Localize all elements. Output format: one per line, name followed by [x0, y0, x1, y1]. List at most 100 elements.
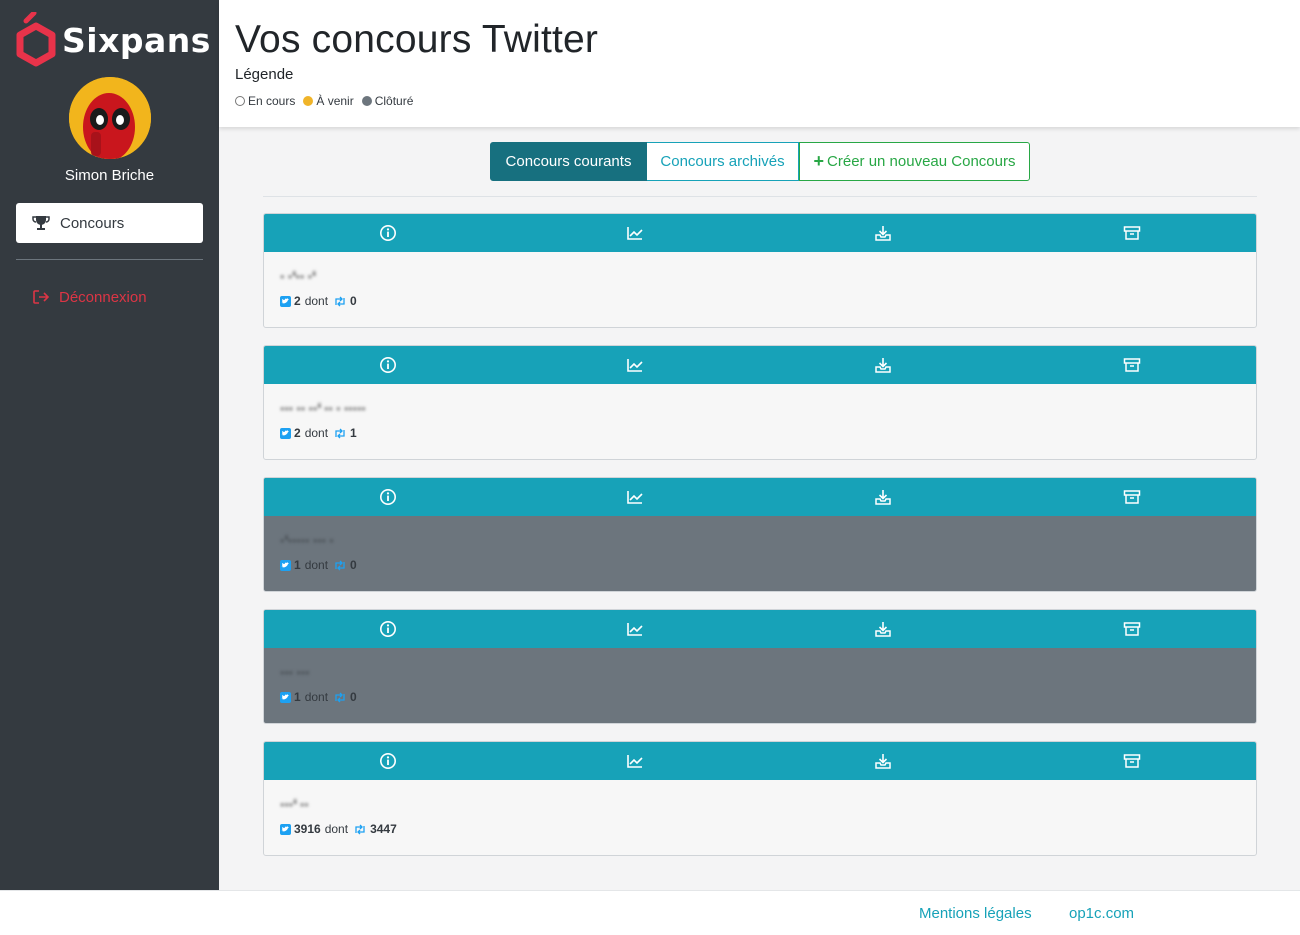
dont-label: dont — [304, 426, 329, 440]
content-divider — [263, 196, 1257, 197]
sidebar: Sixpans Simon Briche Concours Déconnexio… — [0, 0, 219, 890]
concours-card: ··· ··· 1 dont 0 — [263, 609, 1257, 724]
chart-icon[interactable] — [626, 356, 644, 374]
retweets-count: 1 — [350, 426, 357, 440]
retweets-count: 3447 — [370, 822, 397, 836]
legend-label: À venir — [316, 94, 354, 108]
twitter-icon — [280, 295, 291, 307]
card-stats: 2 dont 1 — [280, 426, 361, 440]
card-title[interactable]: ···ʻ ·· — [280, 797, 310, 815]
twitter-icon — [280, 823, 291, 835]
legend-title: Légende — [235, 66, 294, 83]
avatar[interactable] — [69, 77, 151, 159]
card-title[interactable]: · ·ʻ·· ·ʻ — [280, 269, 316, 287]
download-icon[interactable] — [874, 620, 892, 638]
mentions-legales-link[interactable]: Mentions légales — [919, 905, 1032, 922]
retweets-count: 0 — [350, 558, 357, 572]
legend-item-a-venir: À venir — [303, 94, 354, 108]
sidebar-item-concours[interactable]: Concours — [16, 203, 203, 243]
twitter-icon — [280, 691, 291, 703]
tab-concours-archives[interactable]: Concours archivés — [647, 142, 799, 181]
tab-concours-courants[interactable]: Concours courants — [490, 142, 647, 181]
card-toolbar — [264, 742, 1256, 780]
concours-card: ·ʻ····· ··· · 1 dont 0 — [263, 477, 1257, 592]
info-icon[interactable] — [379, 488, 397, 506]
logout-link[interactable]: Déconnexion — [32, 287, 147, 307]
legend-item-cloture: Clôturé — [361, 94, 414, 108]
retweet-icon — [333, 296, 347, 307]
brand-name: Sixpans — [62, 20, 211, 60]
legend-label: Clôturé — [374, 94, 414, 108]
chart-icon[interactable] — [626, 224, 644, 242]
legend-label: En cours — [248, 94, 296, 108]
archive-icon[interactable] — [1123, 752, 1141, 770]
brand-logo[interactable]: Sixpans — [16, 10, 211, 70]
download-icon[interactable] — [874, 488, 892, 506]
concours-card: ···ʻ ·· 3916 dont 3447 — [263, 741, 1257, 856]
participants-count: 1 — [294, 690, 301, 704]
participants-count: 1 — [294, 558, 301, 572]
dont-label: dont — [304, 558, 329, 572]
card-toolbar — [264, 610, 1256, 648]
archive-icon[interactable] — [1123, 224, 1141, 242]
concours-card: · ·ʻ·· ·ʻ 2 dont 0 — [263, 213, 1257, 328]
retweet-icon — [333, 428, 347, 439]
create-concours-button[interactable]: + Créer un nouveau Concours — [799, 142, 1030, 181]
trophy-icon — [32, 215, 50, 231]
create-concours-label: Créer un nouveau Concours — [827, 153, 1016, 170]
dont-label: dont — [324, 822, 349, 836]
retweets-count: 0 — [350, 690, 357, 704]
chart-icon[interactable] — [626, 488, 644, 506]
card-stats: 3916 dont 3447 — [280, 822, 401, 836]
archive-icon[interactable] — [1123, 620, 1141, 638]
retweet-icon — [353, 824, 367, 835]
legend: En cours À venir Clôturé — [235, 94, 421, 108]
retweet-icon — [333, 560, 347, 571]
info-icon[interactable] — [379, 356, 397, 374]
footer: Mentions légales op1c.com — [0, 890, 1300, 935]
card-toolbar — [264, 346, 1256, 384]
card-toolbar — [264, 478, 1256, 516]
download-icon[interactable] — [874, 224, 892, 242]
chart-icon[interactable] — [626, 620, 644, 638]
concours-card: ··· ·· ··ʻ ·· · ····· 2 dont 1 — [263, 345, 1257, 460]
dont-label: dont — [304, 690, 329, 704]
legend-dot-icon — [235, 96, 245, 106]
sidebar-divider — [16, 259, 203, 260]
info-icon[interactable] — [379, 224, 397, 242]
dont-label: dont — [304, 294, 329, 308]
op1c-link[interactable]: op1c.com — [1069, 905, 1134, 922]
card-stats: 2 dont 0 — [280, 294, 361, 308]
user-name: Simon Briche — [64, 167, 155, 184]
download-icon[interactable] — [874, 356, 892, 374]
download-icon[interactable] — [874, 752, 892, 770]
plus-icon: + — [813, 151, 825, 171]
legend-item-en-cours: En cours — [235, 94, 295, 108]
card-title[interactable]: ··· ·· ··ʻ ·· · ····· — [280, 401, 367, 419]
twitter-icon — [280, 559, 291, 571]
sixpans-logo-icon — [16, 10, 56, 68]
archive-icon[interactable] — [1123, 488, 1141, 506]
retweet-icon — [333, 692, 347, 703]
participants-count: 2 — [294, 294, 301, 308]
card-toolbar — [264, 214, 1256, 252]
sidebar-item-label: Concours — [60, 214, 125, 232]
participants-count: 3916 — [294, 822, 321, 836]
archive-icon[interactable] — [1123, 356, 1141, 374]
chart-icon[interactable] — [626, 752, 644, 770]
card-stats: 1 dont 0 — [280, 690, 361, 704]
twitter-icon — [280, 427, 291, 439]
concours-tabs: Concours courants Concours archivés + Cr… — [490, 142, 1030, 181]
retweets-count: 0 — [350, 294, 357, 308]
participants-count: 2 — [294, 426, 301, 440]
sign-out-icon — [32, 289, 50, 305]
info-icon[interactable] — [379, 620, 397, 638]
info-icon[interactable] — [379, 752, 397, 770]
logout-label: Déconnexion — [59, 288, 147, 306]
card-title[interactable]: ··· ··· — [280, 665, 310, 683]
page-header: Vos concours Twitter Légende En cours À … — [219, 0, 1300, 127]
page-title: Vos concours Twitter — [235, 18, 599, 61]
legend-dot-icon — [303, 96, 314, 106]
card-title[interactable]: ·ʻ····· ··· · — [280, 533, 335, 551]
legend-dot-icon — [361, 96, 372, 106]
